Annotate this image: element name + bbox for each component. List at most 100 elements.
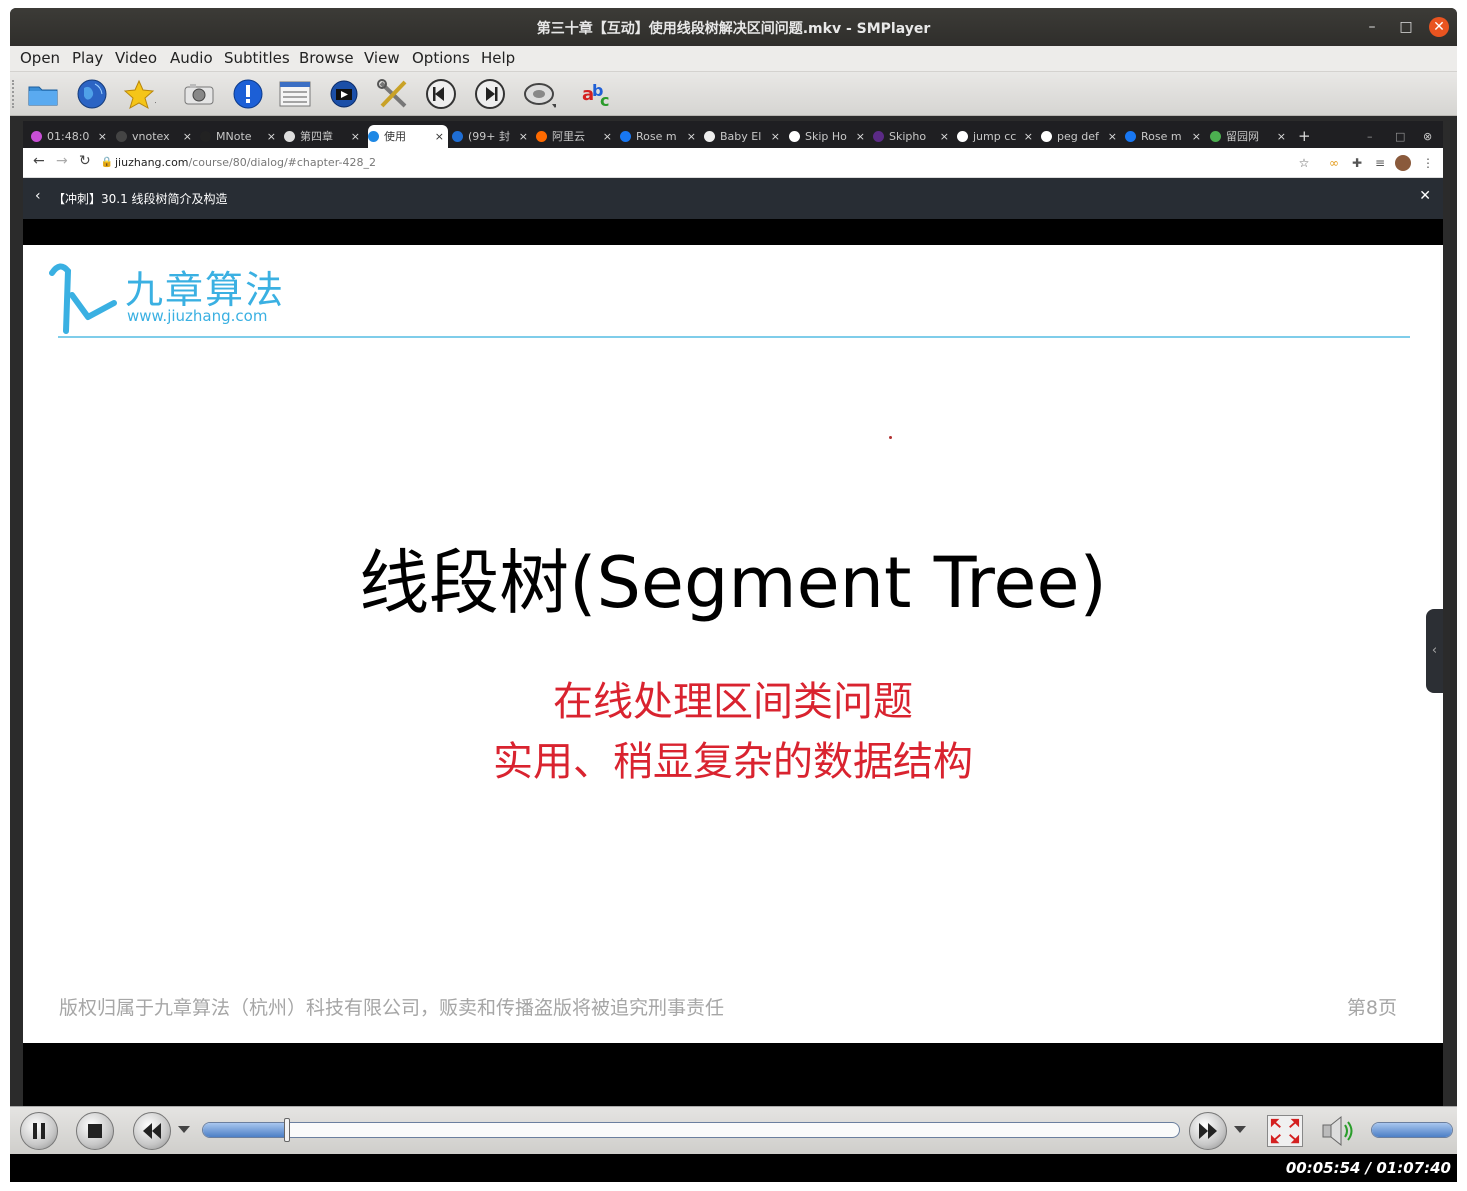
playback-controls — [10, 1106, 1457, 1154]
menu-play[interactable]: Play — [72, 49, 103, 67]
bookmark-star-icon[interactable]: ☆ — [1296, 155, 1312, 171]
disc-icon[interactable] — [522, 78, 558, 110]
browser-close-icon[interactable]: ⊗ — [1423, 125, 1437, 148]
volume-button[interactable] — [1319, 1113, 1359, 1149]
fullscreen-button[interactable] — [1267, 1115, 1303, 1147]
menu-subtitles[interactable]: Subtitles — [224, 49, 290, 67]
logo-text: 九章算法 — [125, 268, 286, 312]
browser-menu-icon[interactable]: ⋮ — [1420, 155, 1436, 171]
url-host: jiuzhang.com — [115, 156, 189, 169]
browser-maximize-icon[interactable]: □ — [1395, 125, 1407, 148]
back-arrow-icon[interactable]: ← — [33, 153, 45, 169]
video-frame-browser: 01:48:0 × vnotex × MNote × 第四章 × 使用 × (99+ 封 × 阿里云 × R… — [23, 121, 1443, 1106]
toolbar: abc — [10, 72, 1457, 116]
stop-button[interactable] — [76, 1112, 114, 1150]
tab-label: Baby El — [720, 130, 762, 143]
info-icon[interactable] — [231, 78, 265, 110]
close-dialog-icon[interactable]: ✕ — [1419, 188, 1431, 204]
browser-minimize-icon[interactable]: – — [1367, 125, 1379, 148]
browser-tab[interactable]: Baby El × — [704, 125, 784, 148]
menu-open[interactable]: Open — [20, 49, 60, 67]
browser-tab[interactable]: Skip Ho × — [789, 125, 869, 148]
subtitles-abc-icon[interactable]: abc — [580, 78, 614, 110]
side-panel-chevron-icon[interactable]: ‹ — [1426, 609, 1443, 693]
browser-tab[interactable]: 留园网 × — [1210, 125, 1290, 148]
globe-icon[interactable] — [75, 78, 109, 110]
browser-tab[interactable]: 第四章 × — [284, 125, 364, 148]
tab-close-icon[interactable]: × — [940, 125, 949, 148]
reload-icon[interactable]: ↻ — [79, 153, 91, 169]
video-area[interactable]: 01:48:0 × vnotex × MNote × 第四章 × 使用 × (99+ 封 × 阿里云 × R… — [10, 116, 1457, 1106]
volume-level — [1372, 1123, 1452, 1137]
menu-help[interactable]: Help — [481, 49, 515, 67]
browser-tab[interactable]: peg def × — [1041, 125, 1121, 148]
tab-close-icon[interactable]: × — [267, 125, 276, 148]
playlist-icon[interactable] — [278, 78, 312, 110]
slide: 九章算法 www.jiuzhang.com 线段树(Segment Tree) … — [23, 245, 1443, 1043]
extension-link-icon[interactable]: ∞ — [1326, 155, 1342, 171]
browser-tab[interactable]: 使用 × — [368, 125, 448, 148]
slide-subtitle-1: 在线处理区间类问题 — [553, 679, 913, 725]
toolbar-grip[interactable] — [12, 80, 16, 108]
browser-tab[interactable]: 01:48:0 × — [31, 125, 111, 148]
menu-options[interactable]: Options — [412, 49, 470, 67]
extensions-puzzle-icon[interactable]: ✚ — [1349, 155, 1365, 171]
forward-dropdown-icon[interactable] — [1234, 1126, 1246, 1133]
menu-audio[interactable]: Audio — [170, 49, 213, 67]
reading-list-icon[interactable]: ≡ — [1372, 155, 1388, 171]
seek-handle[interactable] — [284, 1118, 291, 1142]
tab-close-icon[interactable]: × — [351, 125, 360, 148]
tab-close-icon[interactable]: × — [1108, 125, 1117, 148]
tab-close-icon[interactable]: × — [1192, 125, 1201, 148]
rewind-dropdown-icon[interactable] — [178, 1126, 190, 1133]
next-icon[interactable] — [473, 78, 507, 110]
preferences-tools-icon[interactable] — [376, 78, 410, 110]
tab-close-icon[interactable]: × — [519, 125, 528, 148]
tab-close-icon[interactable]: × — [1277, 125, 1286, 148]
forward-button[interactable] — [1189, 1112, 1227, 1150]
tab-close-icon[interactable]: × — [856, 125, 865, 148]
tab-close-icon[interactable]: × — [687, 125, 696, 148]
new-tab-button[interactable]: + — [1298, 125, 1318, 148]
tab-label: Rose m — [1141, 130, 1182, 143]
maximize-button[interactable]: □ — [1396, 17, 1416, 37]
film-icon[interactable] — [327, 78, 361, 110]
url-field[interactable]: jiuzhang.com/course/80/dialog/#chapter-4… — [115, 156, 376, 169]
browser-tab[interactable]: Skipho × — [873, 125, 953, 148]
tab-close-icon[interactable]: × — [183, 125, 192, 148]
screenshot-camera-icon[interactable] — [182, 78, 216, 110]
volume-slider[interactable] — [1371, 1122, 1453, 1138]
browser-tab[interactable]: (99+ 封 × — [452, 125, 532, 148]
previous-icon[interactable] — [424, 78, 458, 110]
browser-tab[interactable]: Rose m × — [620, 125, 700, 148]
browser-tab[interactable]: jump cc × — [957, 125, 1037, 148]
cursor-dot — [889, 436, 892, 439]
browser-tab[interactable]: MNote × — [200, 125, 280, 148]
browser-tab[interactable]: vnotex × — [116, 125, 196, 148]
rewind-button[interactable] — [133, 1112, 171, 1150]
tab-close-icon[interactable]: × — [98, 125, 107, 148]
tab-favicon-icon — [284, 131, 295, 142]
close-window-button[interactable]: ✕ — [1429, 17, 1449, 37]
tab-close-icon[interactable]: × — [1024, 125, 1033, 148]
menu-view[interactable]: View — [364, 49, 400, 67]
profile-avatar[interactable] — [1395, 155, 1411, 171]
open-folder-icon[interactable] — [26, 78, 60, 110]
browser-tab[interactable]: Rose m × — [1125, 125, 1205, 148]
tab-favicon-icon — [536, 131, 547, 142]
tab-close-icon[interactable]: × — [771, 125, 780, 148]
forward-arrow-icon[interactable]: → — [56, 153, 68, 169]
tab-close-icon[interactable]: × — [435, 125, 444, 148]
favorites-star-icon[interactable] — [122, 78, 161, 110]
tab-close-icon[interactable]: × — [603, 125, 612, 148]
menu-video[interactable]: Video — [115, 49, 157, 67]
chevron-left-icon[interactable]: ‹ — [35, 188, 41, 204]
pause-button[interactable] — [20, 1112, 58, 1150]
seek-bar[interactable] — [202, 1122, 1180, 1138]
jiuzhang-logo-mark-icon — [49, 263, 117, 334]
minimize-button[interactable]: – — [1362, 17, 1382, 37]
forward-icon — [1199, 1123, 1217, 1139]
logo-url: www.jiuzhang.com — [127, 307, 268, 325]
menu-browse[interactable]: Browse — [299, 49, 354, 67]
browser-tab[interactable]: 阿里云 × — [536, 125, 616, 148]
